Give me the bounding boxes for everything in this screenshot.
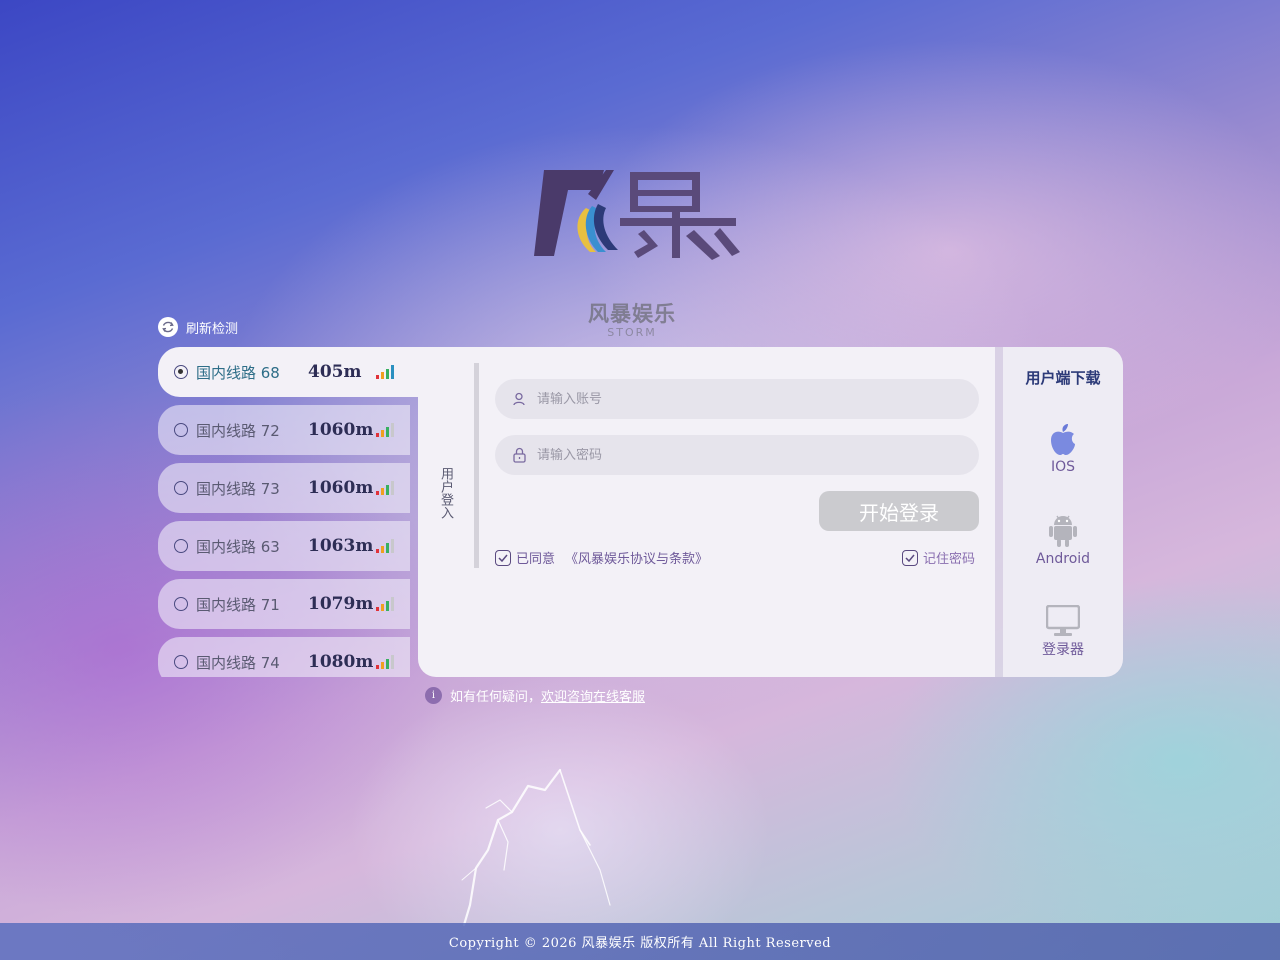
route-radio[interactable] <box>174 539 188 553</box>
route-item-63[interactable]: 国内线路 63 1063m <box>158 521 410 571</box>
route-radio[interactable] <box>174 423 188 437</box>
signal-strength-icon <box>376 365 394 379</box>
signal-strength-icon <box>376 481 394 495</box>
route-item-73[interactable]: 国内线路 73 1060m <box>158 463 410 513</box>
signal-strength-icon <box>376 655 394 669</box>
route-ping: 1079m <box>308 594 374 614</box>
route-radio[interactable] <box>174 481 188 495</box>
download-android-label: Android <box>1035 551 1091 567</box>
route-radio-selected[interactable] <box>174 365 188 379</box>
route-name: 国内线路 68 <box>196 363 280 382</box>
download-launcher[interactable]: 登录器 <box>1003 605 1123 659</box>
download-ios-label: IOS <box>1050 459 1076 475</box>
remember-label: 记住密码 <box>923 552 976 567</box>
password-input[interactable] <box>537 447 957 463</box>
apple-icon <box>1051 424 1075 455</box>
account-input[interactable] <box>537 391 957 407</box>
brand-subtitle: STORM <box>607 326 657 339</box>
customer-service-link[interactable]: 欢迎咨询在线客服 <box>541 686 645 705</box>
android-icon <box>1049 515 1077 547</box>
route-list: 国内线路 68 405m 国内线路 72 1060m 国内线路 73 1060m… <box>158 347 418 677</box>
route-radio[interactable] <box>174 655 188 669</box>
monitor-icon <box>1046 605 1080 636</box>
download-panel: 用户端下载 IOS Android 登录器 <box>1003 347 1123 677</box>
refresh-icon <box>158 317 178 337</box>
agree-label: 已同意 <box>516 552 556 567</box>
account-field[interactable] <box>495 379 979 419</box>
divider <box>474 363 479 568</box>
copyright-text: Copyright © 2026 风暴娱乐 版权所有 All Right Res… <box>448 936 832 951</box>
agree-terms: 已同意 《风暴娱乐协议与条款》 <box>495 548 708 567</box>
brand-logo <box>534 170 740 260</box>
route-name: 国内线路 74 <box>196 653 280 672</box>
route-item-68[interactable]: 国内线路 68 405m <box>158 347 418 397</box>
remember-checkbox[interactable] <box>902 549 918 566</box>
password-field[interactable] <box>495 435 979 475</box>
route-ping: 1063m <box>308 536 374 556</box>
route-name: 国内线路 72 <box>196 421 280 440</box>
refresh-label: 刷新检测 <box>186 321 239 337</box>
login-button[interactable]: 开始登录 <box>819 491 979 531</box>
route-ping: 405m <box>308 362 362 382</box>
download-android[interactable]: Android <box>1003 513 1123 567</box>
download-ios[interactable]: IOS <box>1003 423 1123 475</box>
route-ping: 1060m <box>308 478 374 498</box>
route-ping: 1080m <box>308 652 374 672</box>
route-radio[interactable] <box>174 597 188 611</box>
brand-name: 风暴娱乐 <box>588 302 676 326</box>
route-name: 国内线路 63 <box>196 537 280 556</box>
user-icon <box>511 391 527 407</box>
route-item-72[interactable]: 国内线路 72 1060m <box>158 405 410 455</box>
remember-password: 记住密码 <box>902 548 975 567</box>
terms-link[interactable]: 《风暴娱乐协议与条款》 <box>565 548 708 567</box>
tab-user-login[interactable]: 用户登入 <box>438 467 453 519</box>
refresh-check-button[interactable]: 刷新检测 <box>158 317 238 337</box>
route-name: 国内线路 71 <box>196 595 280 614</box>
info-icon: i <box>425 687 442 704</box>
lock-icon <box>511 447 527 463</box>
download-title: 用户端下载 <box>1025 369 1101 387</box>
route-name: 国内线路 73 <box>196 479 280 498</box>
help-line: i 如有任何疑问， 欢迎咨询在线客服 <box>425 686 645 705</box>
signal-strength-icon <box>376 423 394 437</box>
agree-checkbox[interactable] <box>495 549 511 566</box>
route-item-71[interactable]: 国内线路 71 1079m <box>158 579 410 629</box>
help-text: 如有任何疑问， <box>450 690 542 705</box>
route-ping: 1060m <box>308 420 374 440</box>
login-card: 用户登入 开始登录 已同意 《风暴娱乐协议与条款》 记住密码 <box>418 347 1003 677</box>
signal-strength-icon <box>376 539 394 553</box>
download-launcher-label: 登录器 <box>1042 642 1084 658</box>
route-item-74[interactable]: 国内线路 74 1080m <box>158 637 410 677</box>
footer: Copyright © 2026 风暴娱乐 版权所有 All Right Res… <box>0 923 1280 960</box>
signal-strength-icon <box>376 597 394 611</box>
